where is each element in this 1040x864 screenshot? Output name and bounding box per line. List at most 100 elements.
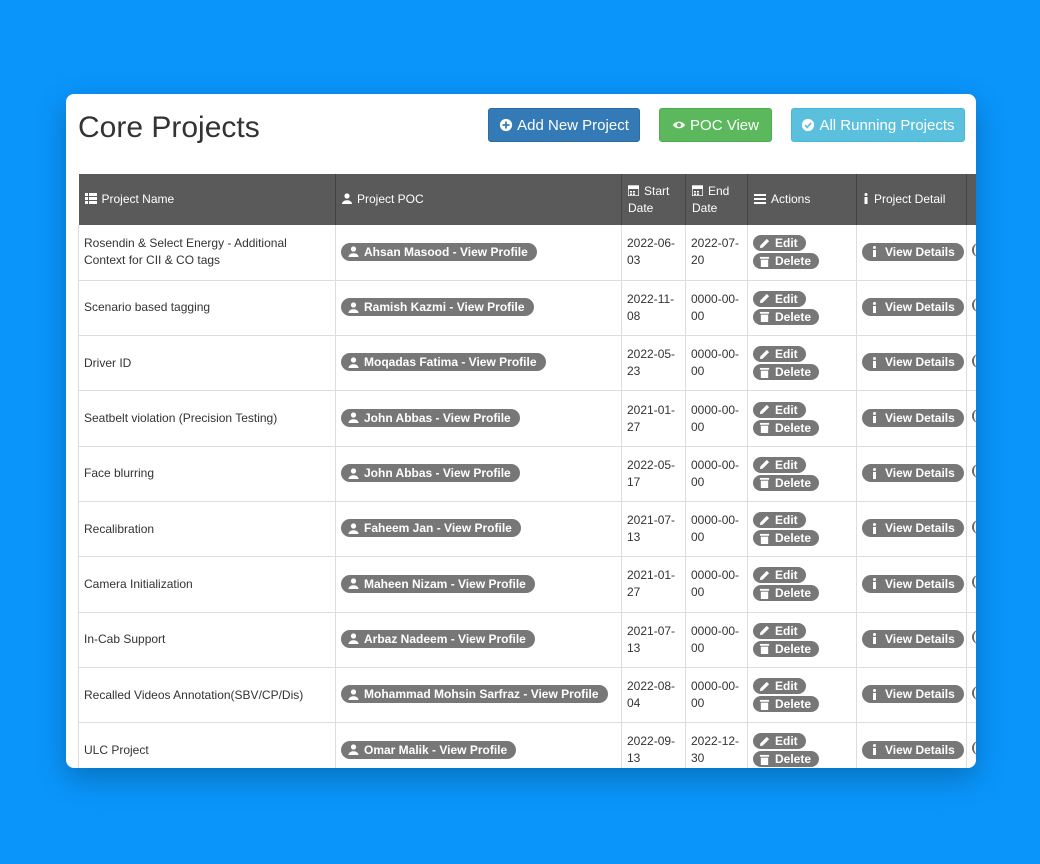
partial-button[interactable] [972, 519, 976, 534]
view-profile-button[interactable]: Arbaz Nadeem - View Profile [341, 629, 535, 648]
edit-button[interactable]: Edit [753, 401, 806, 418]
view-profile-button[interactable]: John Abbas - View Profile [341, 464, 520, 483]
project-name: ULC Project [84, 742, 149, 757]
start-date: 2021-07-13 [627, 623, 676, 655]
delete-button[interactable]: Delete [753, 530, 820, 547]
view-profile-button[interactable]: Ahsan Masood - View Profile [341, 242, 537, 261]
delete-button[interactable]: Delete [753, 364, 820, 381]
view-profile-button[interactable]: Omar Malik - View Profile [341, 740, 517, 759]
user-icon [342, 192, 352, 208]
plus-circle-icon [500, 118, 513, 132]
info-icon [869, 467, 880, 479]
view-details-button[interactable]: View Details [862, 519, 964, 538]
view-profile-button[interactable]: Maheen Nizam - View Profile [341, 574, 535, 593]
column-header-project-poc[interactable]: Project POC [335, 174, 622, 225]
edit-button[interactable]: Edit [753, 733, 806, 750]
end-date-cell: 0000-00-00 [685, 501, 748, 558]
edit-button[interactable]: Edit [753, 622, 806, 639]
project-poc-cell: Ramish Kazmi - View Profile [335, 280, 622, 337]
delete-button[interactable]: Delete [753, 640, 820, 657]
column-header-start-date[interactable]: Start Date [621, 174, 686, 225]
project-detail-cell: View Details [856, 722, 967, 768]
column-header-project-detail[interactable]: Project Detail [856, 174, 967, 225]
view-profile-button[interactable]: Moqadas Fatima - View Profile [341, 353, 546, 372]
view-details-button[interactable]: View Details [862, 353, 964, 372]
view-details-button[interactable]: View Details [862, 629, 964, 648]
project-name-cell: Camera Initialization [78, 556, 336, 613]
partial-button[interactable] [972, 298, 976, 313]
view-details-button[interactable]: View Details [862, 740, 964, 759]
view-details-label: View Details [885, 300, 955, 315]
poc-view-button[interactable]: POC View [659, 108, 772, 142]
view-details-button[interactable]: View Details [862, 685, 964, 704]
view-details-button[interactable]: View Details [862, 408, 964, 427]
view-profile-label: Arbaz Nadeem - View Profile [364, 631, 526, 646]
view-profile-label: Ahsan Masood - View Profile [364, 244, 528, 259]
view-profile-button[interactable]: John Abbas - View Profile [341, 408, 520, 427]
column-header-extra[interactable] [966, 174, 976, 225]
projects-table-wrapper[interactable]: Project Name Project POC Start Date End … [78, 174, 976, 768]
edit-button[interactable]: Edit [753, 512, 806, 529]
end-date-cell: 0000-00-00 [685, 390, 748, 447]
table-row: Face blurring John Abbas - View Profile 20… [78, 446, 976, 502]
partial-button[interactable] [972, 242, 976, 257]
delete-button[interactable]: Delete [753, 585, 820, 602]
partial-button[interactable] [972, 685, 976, 700]
project-poc-cell: Omar Malik - View Profile [335, 722, 622, 768]
delete-button[interactable]: Delete [753, 308, 820, 325]
partial-button[interactable] [972, 630, 976, 645]
view-details-button[interactable]: View Details [862, 574, 964, 593]
partial-button[interactable] [972, 353, 976, 368]
delete-button[interactable]: Delete [753, 253, 820, 270]
view-profile-label: Moqadas Fatima - View Profile [364, 355, 537, 370]
column-header-end-date[interactable]: End Date [685, 174, 748, 225]
start-date-cell: 2021-07-13 [621, 612, 686, 668]
start-date: 2022-05-23 [627, 347, 676, 379]
start-date: 2022-09-13 [627, 734, 676, 766]
partial-button[interactable] [972, 740, 976, 755]
project-name-cell: Recalled Videos Annotation(SBV/CP/Dis) [78, 667, 336, 724]
table-header-row: Project Name Project POC Start Date End … [78, 174, 976, 225]
add-new-project-button[interactable]: Add New Project [488, 108, 640, 142]
pencil-icon [759, 625, 770, 636]
delete-button[interactable]: Delete [753, 751, 820, 768]
info-icon [869, 522, 880, 534]
edit-button[interactable]: Edit [753, 456, 806, 473]
delete-button[interactable]: Delete [753, 474, 820, 491]
edit-button[interactable]: Edit [753, 290, 806, 307]
partial-button[interactable] [972, 574, 976, 589]
view-details-button[interactable]: View Details [862, 242, 964, 261]
edit-button[interactable]: Edit [753, 346, 806, 363]
delete-button[interactable]: Delete [753, 419, 820, 436]
user-icon [348, 744, 359, 756]
list-icon [84, 192, 97, 208]
delete-button[interactable]: Delete [753, 696, 820, 713]
table-row: Driver ID Moqadas Fatima - View Profile 20… [78, 335, 976, 392]
view-details-button[interactable]: View Details [862, 464, 964, 483]
project-poc-cell: Ahsan Masood - View Profile [335, 225, 622, 281]
view-profile-label: Maheen Nizam - View Profile [364, 576, 526, 591]
edit-button[interactable]: Edit [753, 235, 806, 252]
partial-button[interactable] [972, 409, 976, 424]
column-header-project-name[interactable]: Project Name [78, 174, 336, 225]
column-label: Actions [771, 192, 811, 206]
partial-button[interactable] [972, 464, 976, 479]
extra-cell [966, 556, 976, 613]
column-header-actions[interactable]: Actions [747, 174, 857, 225]
edit-button[interactable]: Edit [753, 567, 806, 584]
view-profile-button[interactable]: Ramish Kazmi - View Profile [341, 298, 534, 317]
start-date: 2022-11-08 [627, 291, 675, 323]
view-profile-button[interactable]: Mohammad Mohsin Sarfraz - View Profile [341, 685, 608, 704]
view-profile-button[interactable]: Faheem Jan - View Profile [341, 519, 521, 538]
page-title: Core Projects [78, 111, 260, 144]
trash-icon [759, 588, 770, 599]
table-row: In-Cab Support Arbaz Nadeem - View Profil… [78, 612, 976, 668]
user-icon [348, 467, 359, 479]
view-details-button[interactable]: View Details [862, 298, 964, 317]
all-running-projects-button[interactable]: All Running Projects [791, 108, 965, 142]
all-running-projects-label: All Running Projects [819, 116, 955, 134]
edit-button[interactable]: Edit [753, 678, 806, 695]
info-icon [869, 356, 880, 368]
end-date-cell: 0000-00-00 [685, 556, 748, 613]
table-row: Scenario based tagging Ramish Kazmi - Vie… [78, 280, 976, 337]
